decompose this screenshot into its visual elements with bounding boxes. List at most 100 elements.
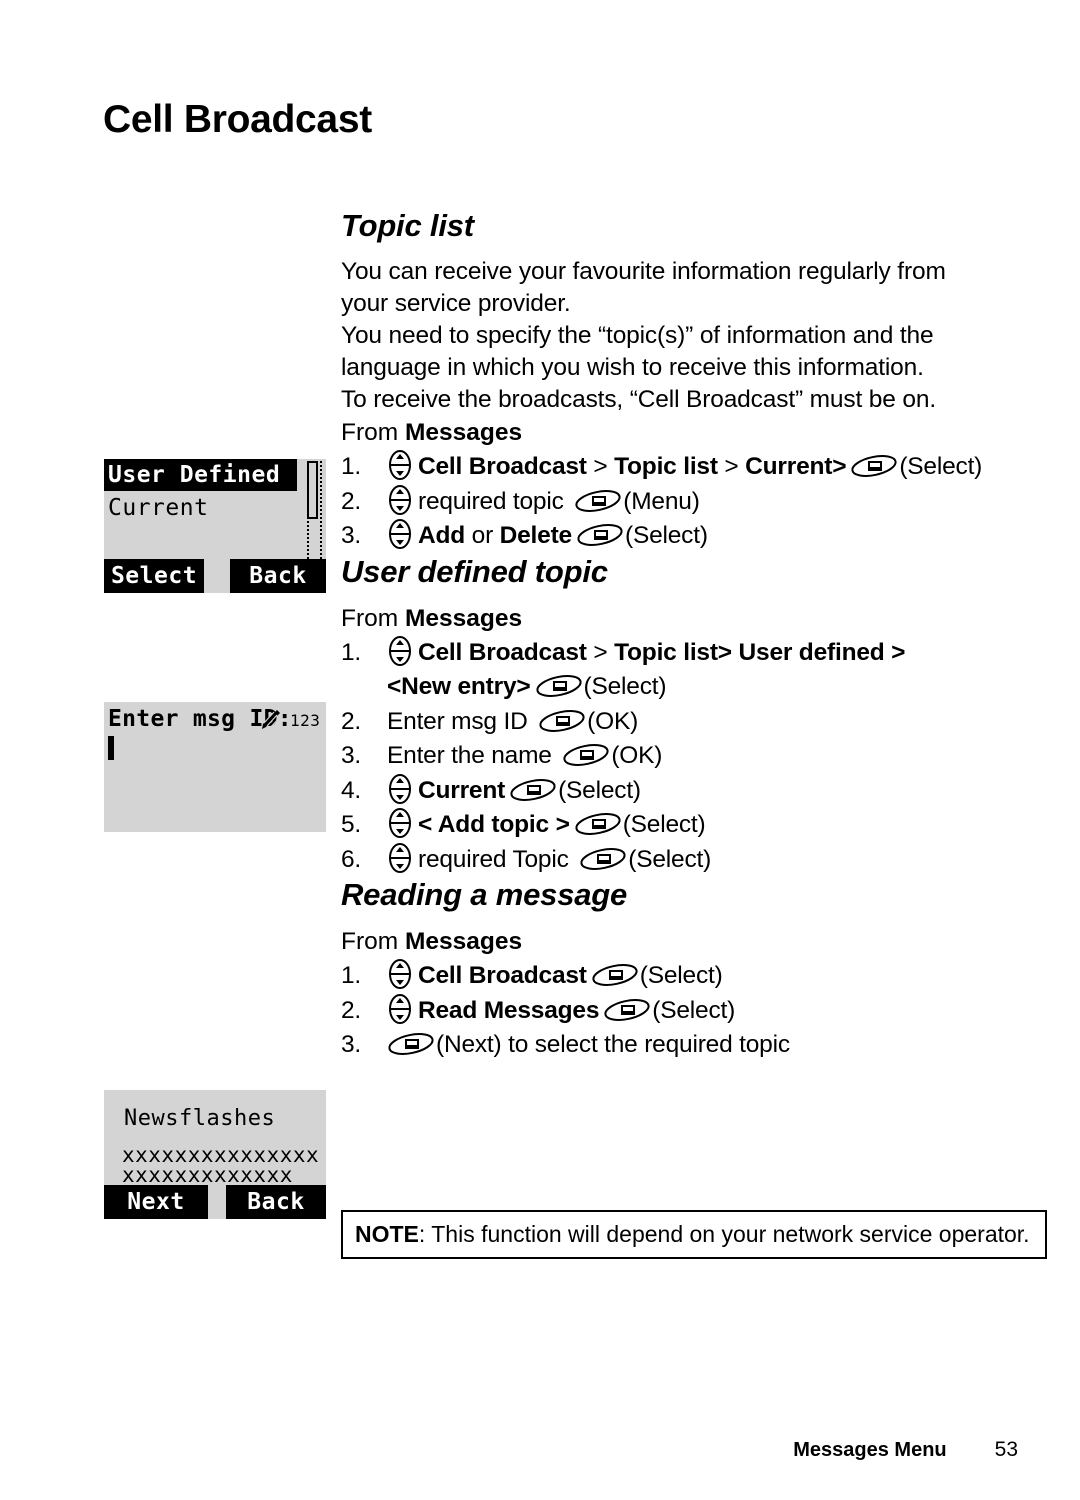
step-number: 1. — [341, 962, 362, 989]
step-item: 5. < Add topic > (Select) — [341, 808, 1041, 843]
from-prefix: From — [341, 604, 405, 632]
softkey-icon — [851, 455, 897, 477]
softkey-icon — [539, 709, 585, 732]
step-item: 3. Enter the name (OK) — [341, 739, 1041, 774]
step-number: 2. — [341, 707, 362, 735]
footer-page-number: 53 — [994, 1438, 1018, 1461]
step-plain-1: or — [465, 522, 500, 549]
step-trailing-text: to select the required topic — [501, 1031, 790, 1058]
content-column: Topic list You can receive your favourit… — [341, 208, 1041, 1063]
step-number: 3. — [341, 1031, 362, 1058]
step-bold-1: Cell Broadcast — [418, 638, 587, 666]
step-continuation: <New entry> (Select) — [387, 670, 1041, 705]
step-key-label: (Next) — [436, 1031, 502, 1058]
step-number: 1. — [341, 638, 362, 666]
step-item: 6. required Topic (Select) — [341, 842, 1041, 878]
steps-user-defined-topic: 1. Cell Broadcast > Topic list> User def… — [341, 635, 1041, 878]
step-number: 2. — [341, 996, 362, 1024]
softkey-icon — [510, 778, 556, 801]
step-bold-1: Current — [418, 776, 506, 804]
heading-topic-list: Topic list — [341, 208, 474, 243]
softkey-left-select[interactable]: Select — [104, 559, 204, 593]
step-item: 1. Cell Broadcast > Topic list > Current… — [341, 450, 1041, 485]
list-item-selected[interactable]: User Defined — [104, 459, 297, 491]
from-line: From Messages — [341, 925, 1041, 958]
step-bold-3: Current> — [745, 453, 847, 480]
nav-updown-key-icon — [389, 484, 411, 515]
phone-screen-enter-msg-id: Enter msg ID: 123 — [104, 702, 326, 832]
step-bold-1: Cell Broadcast — [418, 962, 587, 989]
step-number: 3. — [341, 742, 362, 769]
step-key-label: (Select) — [624, 522, 708, 549]
step-number: 2. — [341, 487, 362, 515]
input-mode-indicator: 123 — [290, 711, 321, 730]
from-prefix: From — [341, 928, 405, 955]
from-line: From Messages — [341, 416, 1041, 449]
softkey-right-back[interactable]: Back — [226, 1185, 326, 1219]
softkey-icon — [575, 813, 621, 835]
step-item: 2. required topic (Menu) — [341, 484, 1041, 520]
page-title: Cell Broadcast — [103, 98, 372, 141]
nav-updown-key-icon — [389, 842, 411, 873]
step-bold-2: Topic list — [614, 453, 718, 480]
step-key-label: (Select) — [639, 962, 723, 989]
step-plain: Enter msg ID — [387, 707, 535, 735]
step-plain: Enter the name — [387, 742, 559, 769]
step-number: 6. — [341, 845, 362, 873]
step-plain-1: > — [586, 638, 615, 666]
softkey-icon — [563, 744, 609, 766]
softkey-icon — [580, 847, 626, 870]
steps-topic-list: 1. Cell Broadcast > Topic list > Current… — [341, 450, 1041, 554]
step-item: 2. Enter msg ID (OK) — [341, 705, 1041, 740]
step-bold-1: Read Messages — [418, 996, 600, 1024]
nav-updown-key-icon — [389, 993, 411, 1024]
step-number: 1. — [341, 453, 362, 480]
softkey-icon — [604, 998, 650, 1021]
step-item: 1. Cell Broadcast (Select) — [341, 959, 1041, 994]
scrollbar-thumb[interactable] — [307, 461, 318, 519]
softkey-icon — [535, 675, 582, 697]
nav-updown-key-icon — [389, 519, 411, 549]
step-key-label: (Select) — [583, 673, 667, 700]
softkey-left-next[interactable]: Next — [104, 1185, 208, 1219]
step-key-label: (Select) — [628, 845, 712, 873]
paragraph-line: To receive the broadcasts, “Cell Broadca… — [341, 386, 937, 413]
note-box: NOTE: This function will depend on your … — [341, 1210, 1047, 1259]
step-plain-1: > — [586, 453, 615, 480]
from-target: Messages — [404, 604, 523, 632]
phone-screen-newsflashes: Newsflashes xxxxxxxxxxxxxxx xxxxxxxxxxxx… — [104, 1090, 326, 1219]
list-item[interactable]: Current — [108, 493, 208, 523]
from-prefix: From — [341, 419, 405, 446]
step-bold-2: Delete — [499, 522, 573, 549]
from-target: Messages — [404, 419, 523, 446]
message-body-line-2: xxxxxxxxxxxxx — [122, 1163, 293, 1187]
softkey-right-back[interactable]: Back — [230, 559, 326, 593]
softkey-icon — [577, 524, 623, 546]
step-number: 3. — [341, 522, 362, 549]
paragraph-line: You need to specify the “topic(s)” of in… — [341, 322, 934, 349]
step-number: 5. — [341, 811, 362, 838]
pencil-edit-icon — [262, 710, 281, 729]
step-key-label: (Select) — [899, 453, 983, 480]
footer-chapter: Messages Menu — [793, 1439, 947, 1461]
step-bold-line2: <New entry> — [387, 673, 531, 700]
nav-updown-key-icon — [389, 773, 411, 804]
step-item: 3. Add or Delete (Select) — [341, 519, 1041, 554]
from-line: From Messages — [341, 602, 1041, 635]
text-cursor — [108, 736, 114, 760]
paragraph-line: language in which you wish to receive th… — [341, 354, 924, 381]
step-number: 4. — [341, 776, 362, 804]
step-item: 4. Current (Select) — [341, 773, 1041, 809]
softkey-icon — [575, 489, 621, 512]
paragraph-line: your service provider. — [341, 290, 571, 317]
step-bold-2: Topic list> User defined > — [614, 638, 906, 666]
steps-reading-a-message: 1. Cell Broadcast (Select) 2. Read Messa… — [341, 959, 1041, 1063]
step-key-label: (OK) — [587, 707, 639, 735]
step-bold-1: < Add topic > — [418, 811, 570, 838]
step-key-label: (Select) — [558, 776, 641, 804]
step-key-label: (Select) — [622, 811, 706, 838]
message-title: Newsflashes — [124, 1106, 276, 1131]
softkey-bar: Select Back — [104, 559, 326, 593]
step-plain: required Topic — [418, 845, 576, 873]
softkey-icon — [388, 1033, 434, 1055]
